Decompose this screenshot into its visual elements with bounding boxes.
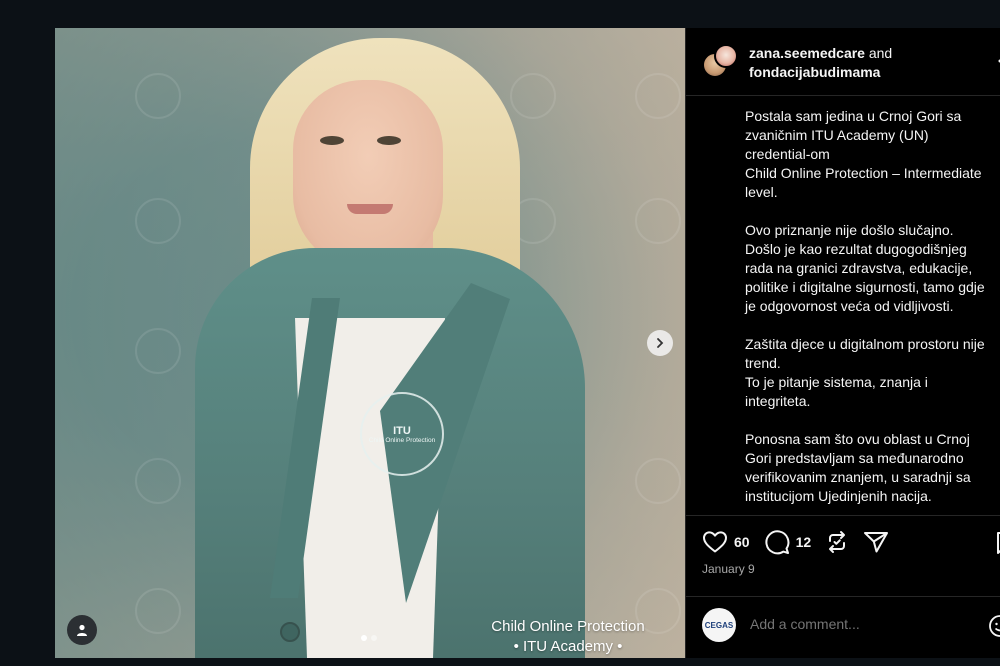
- collab-join: and: [868, 45, 893, 61]
- share-icon: [864, 532, 889, 553]
- itu-badge: ITU Child Online Protection: [360, 392, 444, 476]
- badge-title: ITU: [393, 424, 411, 437]
- caption-paragraph: Ponosna sam što ovu oblast u Crnoj Gori …: [745, 431, 971, 504]
- caption-line-2: • ITU Academy •: [513, 638, 623, 655]
- username-link[interactable]: fondacijabudimama: [749, 64, 880, 80]
- avatar[interactable]: CEGAS: [702, 608, 736, 642]
- watermark-icon: [135, 458, 181, 504]
- portrait-mouth: [347, 204, 393, 214]
- post-side-panel: zana.seemedcare and fondacijabudimama Po…: [685, 28, 1000, 658]
- portrait-eye: [320, 136, 344, 145]
- next-image-button[interactable]: [647, 330, 673, 356]
- like-button[interactable]: 60: [702, 530, 750, 554]
- carousel-dot: [371, 635, 377, 641]
- collab-avatars[interactable]: [702, 44, 742, 84]
- caption-line-1: Child Online Protection: [491, 618, 645, 635]
- username-link[interactable]: zana.seemedcare: [749, 45, 865, 61]
- watermark-icon: [135, 328, 181, 374]
- post-date[interactable]: January 9: [702, 562, 755, 576]
- user-tag-icon: [77, 624, 87, 636]
- avatar[interactable]: [714, 44, 738, 68]
- watermark-icon: [135, 198, 181, 244]
- jacket-button: [280, 622, 300, 642]
- action-bar: 60 12: [702, 528, 903, 556]
- watermark-icon: [510, 73, 556, 119]
- share-button[interactable]: [863, 530, 889, 554]
- photo-caption: Child Online Protection • ITU Academy •: [453, 617, 683, 657]
- carousel-indicator: [361, 635, 377, 641]
- divider: [686, 515, 1000, 516]
- comment-icon: [765, 530, 789, 555]
- caption-paragraph: Postala sam jedina u Crnoj Gori sa zvani…: [745, 108, 982, 200]
- chevron-right-icon: [657, 338, 664, 348]
- comment-count: 12: [795, 534, 812, 550]
- repost-icon: [829, 531, 846, 553]
- repost-button[interactable]: [825, 530, 849, 554]
- emoji-icon[interactable]: [988, 614, 1000, 638]
- tagged-users-button[interactable]: [67, 615, 97, 645]
- carousel-dot-active: [361, 635, 367, 641]
- collab-usernames: zana.seemedcare and fondacijabudimama: [749, 44, 892, 82]
- divider: [686, 596, 1000, 597]
- heart-icon: [703, 531, 727, 553]
- watermark-icon: [135, 588, 181, 634]
- comment-button[interactable]: 12: [764, 529, 812, 555]
- post-caption: Postala sam jedina u Crnoj Gori sa zvani…: [745, 107, 1000, 525]
- like-count: 60: [734, 534, 750, 550]
- more-options-icon[interactable]: [995, 56, 1000, 66]
- comment-composer: CEGAS: [702, 608, 1000, 644]
- portrait-face: [293, 80, 443, 270]
- caption-paragraph: Zaštita djece u digitalnom prostoru nije…: [745, 336, 985, 409]
- watermark-icon: [635, 73, 681, 119]
- caption-paragraph: Ovo priznanje nije došlo slučajno. Došlo…: [745, 222, 985, 314]
- watermark-icon: [635, 458, 681, 504]
- post-header: zana.seemedcare and fondacijabudimama: [686, 28, 1000, 96]
- comment-input[interactable]: [750, 616, 970, 632]
- post-image: ITU Child Online Protection Child Online…: [55, 28, 685, 658]
- watermark-icon: [135, 73, 181, 119]
- badge-subtitle: Child Online Protection: [368, 436, 436, 444]
- watermark-icon: [635, 198, 681, 244]
- portrait-eye: [377, 136, 401, 145]
